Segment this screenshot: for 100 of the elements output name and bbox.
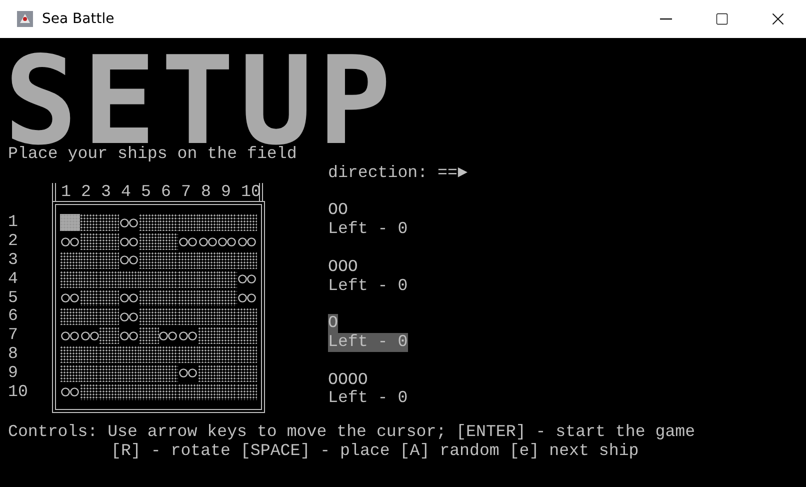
water-cell[interactable] [138, 364, 159, 382]
water-cell[interactable] [218, 214, 238, 232]
water-cell[interactable] [99, 346, 120, 363]
water-cell[interactable] [178, 270, 198, 288]
water-cell[interactable] [158, 308, 178, 326]
row-label: 9 [8, 364, 18, 383]
water-cell[interactable] [138, 346, 159, 363]
column-label: 6 [160, 182, 172, 202]
water-cell[interactable] [80, 346, 100, 363]
window-title: Sea Battle [42, 11, 116, 27]
water-cell[interactable] [178, 252, 198, 269]
water-cell[interactable] [237, 384, 258, 400]
water-cell[interactable] [99, 327, 120, 344]
water-cell[interactable] [237, 327, 258, 344]
water-cell[interactable] [158, 346, 178, 363]
water-cell[interactable] [80, 290, 100, 306]
column-label: 7 [180, 182, 192, 202]
water-cell[interactable] [119, 270, 139, 288]
water-cell[interactable] [218, 252, 238, 269]
row-label: 5 [8, 288, 18, 308]
ship-segment-icon [179, 367, 198, 380]
water-cell[interactable] [60, 270, 80, 288]
water-cell[interactable] [218, 290, 238, 306]
water-cell[interactable] [60, 252, 80, 269]
water-cell[interactable] [158, 290, 178, 306]
water-cell[interactable] [80, 364, 100, 382]
water-cell[interactable] [218, 364, 238, 382]
row-label: 6 [8, 307, 18, 326]
water-cell[interactable] [178, 346, 198, 363]
ship-segment-icon [120, 254, 138, 266]
ship-segment-icon [120, 310, 138, 323]
water-cell[interactable] [218, 384, 238, 400]
water-cell[interactable] [158, 270, 178, 288]
water-cell[interactable] [178, 214, 198, 232]
water-cell[interactable] [99, 290, 120, 306]
water-cell[interactable] [158, 252, 178, 269]
water-cell[interactable] [198, 364, 218, 382]
water-cell[interactable] [198, 327, 218, 344]
cursor-cell[interactable] [60, 214, 80, 232]
water-cell[interactable] [218, 346, 238, 363]
water-cell[interactable] [178, 384, 198, 400]
maximize-icon [715, 12, 729, 26]
water-cell[interactable] [237, 346, 258, 363]
water-cell[interactable] [99, 308, 120, 326]
water-cell[interactable] [198, 384, 218, 400]
water-cell[interactable] [178, 290, 198, 306]
water-cell[interactable] [80, 252, 100, 269]
water-cell[interactable] [198, 270, 218, 288]
water-cell[interactable] [119, 364, 139, 382]
water-cell[interactable] [158, 384, 178, 400]
water-cell[interactable] [158, 364, 178, 382]
minimize-icon [660, 18, 672, 20]
water-cell[interactable] [138, 384, 159, 400]
water-cell[interactable] [218, 270, 238, 288]
water-cell[interactable] [99, 270, 120, 288]
water-cell[interactable] [80, 384, 100, 400]
water-cell[interactable] [138, 233, 159, 250]
water-cell[interactable] [138, 270, 159, 288]
ship-segment-icon [238, 236, 256, 248]
water-cell[interactable] [99, 364, 120, 382]
water-cell[interactable] [99, 214, 120, 232]
water-cell[interactable] [80, 214, 100, 232]
water-cell[interactable] [218, 327, 238, 344]
ship-segment-icon [198, 236, 217, 248]
water-cell[interactable] [158, 233, 178, 250]
water-cell[interactable] [138, 290, 159, 306]
controls-text: [R] - rotate [SPACE] - place [A] random [e] next ship [111, 442, 639, 461]
water-cell[interactable] [99, 233, 120, 250]
water-cell[interactable] [119, 346, 139, 363]
water-cell[interactable] [60, 308, 80, 326]
water-cell[interactable] [198, 214, 218, 232]
water-cell[interactable] [80, 308, 100, 326]
water-cell[interactable] [138, 327, 159, 344]
water-cell[interactable] [237, 252, 258, 269]
ship-segment-icon [120, 216, 138, 229]
water-cell[interactable] [60, 364, 80, 382]
water-cell[interactable] [237, 214, 258, 232]
ship-segment-icon [179, 330, 198, 342]
water-cell[interactable] [99, 384, 120, 400]
water-cell[interactable] [237, 308, 258, 326]
water-cell[interactable] [138, 252, 159, 269]
water-cell[interactable] [138, 308, 159, 326]
water-cell[interactable] [60, 346, 80, 363]
water-cell[interactable] [237, 364, 258, 382]
water-cell[interactable] [99, 252, 120, 269]
water-cell[interactable] [198, 308, 218, 326]
water-cell[interactable] [198, 252, 218, 269]
column-label: 2 [80, 182, 92, 202]
water-cell[interactable] [198, 290, 218, 306]
controls-text: Controls: Use arrow keys to move the cursor; [ENTER] - start the game [8, 423, 696, 442]
water-cell[interactable] [80, 233, 100, 250]
ship-segment-icon [80, 330, 99, 342]
water-cell[interactable] [198, 346, 218, 363]
water-cell[interactable] [178, 308, 198, 326]
water-cell[interactable] [158, 214, 178, 232]
row-label: 4 [8, 270, 18, 289]
water-cell[interactable] [80, 270, 100, 288]
water-cell[interactable] [119, 384, 139, 400]
water-cell[interactable] [138, 214, 159, 232]
water-cell[interactable] [218, 308, 238, 326]
